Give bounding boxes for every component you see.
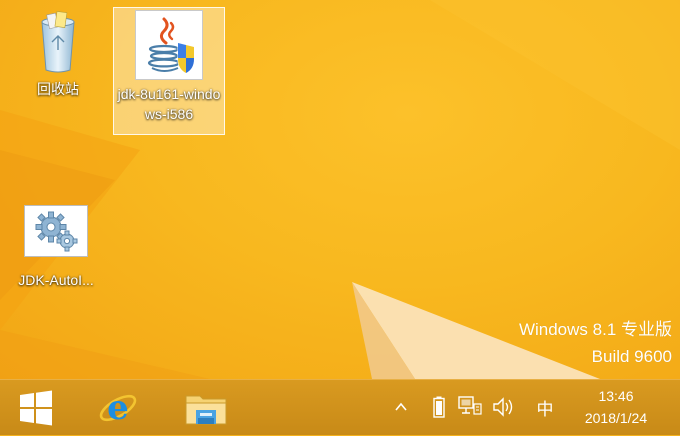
chevron-up-icon (395, 402, 407, 411)
desktop-icon-label: 回收站 (37, 81, 79, 97)
desktop-icon-jdk-autoi[interactable]: JDK-AutoI... (4, 205, 108, 290)
start-button[interactable] (10, 380, 62, 436)
desktop[interactable]: 回收站 jdk-8u161-windows-i586 JDK-AutoI... … (0, 0, 680, 379)
taskbar-internet-explorer[interactable]: e (90, 380, 146, 436)
windows-version-watermark: Windows 8.1 专业版 (518, 320, 672, 339)
network-icon (458, 396, 482, 415)
desktop-icon-label: jdk-8u161-windows-i586 (117, 86, 221, 122)
desktop-icon-jdk-installer[interactable]: jdk-8u161-windows-i586 (113, 7, 225, 135)
desktop-icon-recycle-bin[interactable]: 回收站 (18, 8, 98, 99)
tray-network[interactable] (456, 392, 484, 422)
battery-icon (433, 396, 445, 418)
svg-text:e: e (107, 388, 129, 428)
taskbar-clock[interactable]: 13:46 2018/1/24 (560, 385, 672, 429)
windows-logo-icon (20, 390, 52, 426)
file-explorer-icon (185, 395, 227, 425)
clock-date: 2018/1/24 (584, 410, 648, 426)
taskbar: e 中 13:46 2018/1/24 (0, 379, 680, 435)
taskbar-file-explorer[interactable] (178, 380, 234, 436)
recycle-bin-icon (41, 11, 75, 73)
tray-battery[interactable] (428, 392, 450, 422)
show-hidden-icons-button[interactable] (392, 392, 410, 422)
settings-gears-icon (24, 205, 88, 257)
input-method-indicator[interactable]: 中 (530, 392, 560, 422)
java-installer-icon (135, 10, 203, 80)
windows-build-watermark: Build 9600 (591, 347, 672, 366)
internet-explorer-icon: e (99, 388, 137, 428)
tray-volume[interactable] (490, 392, 518, 422)
volume-icon (493, 397, 513, 417)
clock-time: 13:46 (598, 388, 634, 404)
desktop-icon-label: JDK-AutoI... (18, 272, 94, 288)
